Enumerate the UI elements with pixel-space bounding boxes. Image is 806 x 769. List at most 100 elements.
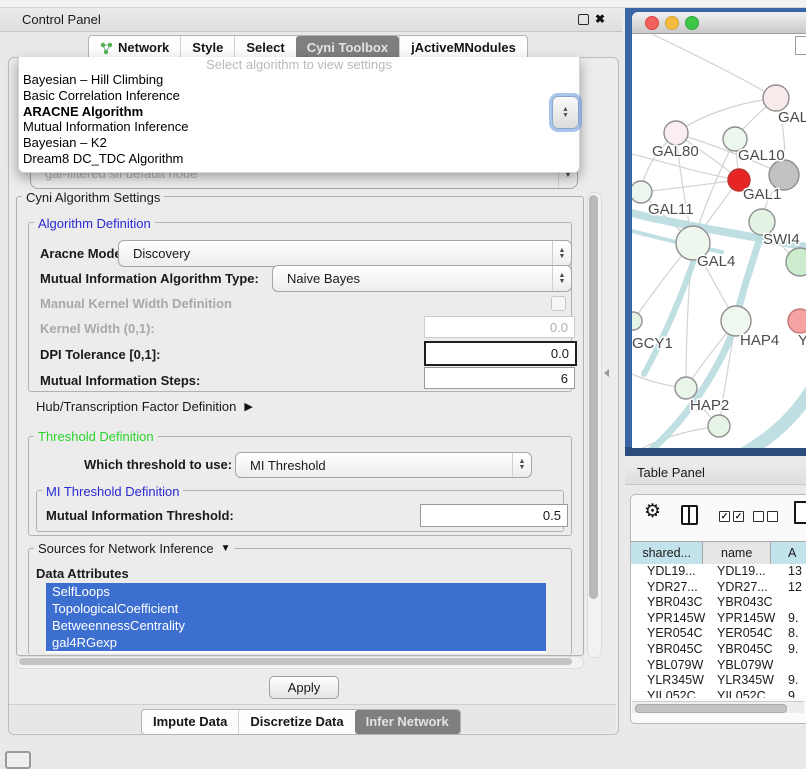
table-row[interactable]: YBL079WYBL079W <box>631 658 806 674</box>
network-edge[interactable] <box>676 98 776 133</box>
network-edge[interactable] <box>652 34 776 98</box>
network-node[interactable] <box>632 312 642 330</box>
table-row[interactable]: YLR345WYLR345W9. <box>631 673 806 689</box>
mi-type-value: Naive Bayes <box>273 271 360 286</box>
network-node[interactable] <box>708 415 730 437</box>
select-all-columns-icon[interactable]: ✓✓ <box>719 511 744 522</box>
network-node[interactable] <box>675 377 697 399</box>
algorithm-dropdown-popup: Select algorithm to view settings Bayesi… <box>18 57 580 173</box>
table-cell: YPR145W <box>711 611 786 627</box>
attribute-item-topologicalcoefficient[interactable]: TopologicalCoefficient <box>46 600 546 617</box>
panel-splitter-handle[interactable] <box>604 369 609 377</box>
network-node-label-hap2: HAP2 <box>690 397 729 414</box>
attribute-item-betweennesscentrality[interactable]: BetweennessCentrality <box>46 617 546 634</box>
attribute-item-selfloops[interactable]: SelfLoops <box>46 583 546 600</box>
network-edge[interactable] <box>641 180 739 192</box>
algorithm-option-basic-correlation-inference[interactable]: Basic Correlation Inference <box>19 88 579 104</box>
network-node-label-hap4: HAP4 <box>740 332 779 349</box>
attribute-item-gal4rgexp[interactable]: gal4RGexp <box>46 634 546 651</box>
network-node-label-swi4: SWI4 <box>763 231 800 248</box>
mi-steps-value: 6 <box>561 371 568 386</box>
network-canvas[interactable]: GALGAL80GAL10GAL1GAL11SWI4GAL4GCY1HAP4YH… <box>632 34 806 448</box>
table-row[interactable]: YPR145WYPR145W9. <box>631 611 806 627</box>
aracne-mode-label: Aracne Mode: <box>40 246 126 261</box>
table-cell: 8. <box>786 626 806 642</box>
table-cell: YBR045C <box>631 642 711 658</box>
table-cell: 13 <box>786 564 806 580</box>
network-edge-highlighted[interactable] <box>728 392 806 448</box>
minimize-window-icon[interactable] <box>665 16 679 30</box>
mi-type-label: Mutual Information Algorithm Type: <box>40 271 259 286</box>
control-panel-header: Control Panel ✖ <box>0 8 622 32</box>
table-cell: 9 <box>786 689 806 698</box>
network-node[interactable] <box>632 181 652 203</box>
columns-icon[interactable] <box>681 505 698 525</box>
table-cell: YDR27... <box>631 580 711 596</box>
aracne-mode-value: Discovery <box>119 246 190 261</box>
gear-icon[interactable]: ⚙ <box>644 500 661 523</box>
network-window-titlebar[interactable] <box>632 12 806 34</box>
which-threshold-combo[interactable]: MI Threshold ▲▼ <box>235 452 532 478</box>
network-node[interactable] <box>763 85 789 111</box>
network-graph[interactable]: GALGAL80GAL10GAL1GAL11SWI4GAL4GCY1HAP4YH… <box>632 34 806 448</box>
algorithm-dropdown-prompt: Select algorithm to view settings <box>19 57 579 72</box>
table-horizontal-scrollbar[interactable] <box>632 701 804 713</box>
algorithm-option-aracne-algorithm[interactable]: ARACNE Algorithm <box>19 104 579 120</box>
mi-steps-label: Mutual Information Steps: <box>40 373 200 388</box>
table-row[interactable]: YBR045CYBR045C9. <box>631 642 806 658</box>
table-row[interactable]: YBR043CYBR043C <box>631 595 806 611</box>
network-edge-highlighted[interactable] <box>644 248 698 374</box>
zoom-window-icon[interactable] <box>685 16 699 30</box>
manual-kernel-checkbox[interactable] <box>551 296 566 311</box>
table-panel-header: Table Panel <box>625 462 806 485</box>
apply-button[interactable]: Apply <box>269 676 339 699</box>
table-row[interactable]: YIL052CYIL052C9 <box>631 689 806 698</box>
data-attributes-list[interactable]: SelfLoopsTopologicalCoefficientBetweenne… <box>46 583 546 653</box>
mi-threshold-field[interactable]: 0.5 <box>420 504 568 527</box>
algorithm-combo-spinner[interactable]: ▲▼ <box>552 96 579 129</box>
network-node-label-gcy1: GCY1 <box>632 335 673 352</box>
dpi-tolerance-field[interactable]: 0.0 <box>424 341 577 366</box>
manual-kernel-label: Manual Kernel Width Definition <box>40 296 232 311</box>
table-row[interactable]: YDR27...YDR27...12 <box>631 580 806 596</box>
table-row[interactable]: YER054CYER054C8. <box>631 626 806 642</box>
hub-definition-expander[interactable]: Hub/Transcription Factor Definition ▶ <box>36 399 253 414</box>
table-row[interactable]: YDL19...YDL19...13 <box>631 564 806 580</box>
algorithm-option-bayesian-hill-climbing[interactable]: Bayesian – Hill Climbing <box>19 72 579 88</box>
deselect-all-columns-icon[interactable] <box>753 511 778 522</box>
algorithm-option-dream8-dc-tdc-algorithm[interactable]: Dream8 DC_TDC Algorithm <box>19 151 579 167</box>
tab-impute-data[interactable]: Impute Data <box>142 710 238 734</box>
network-node[interactable] <box>788 309 806 333</box>
tab-infer-network[interactable]: Infer Network <box>355 710 460 734</box>
sources-group-expander[interactable]: Sources for Network Inference ▼ <box>34 541 234 556</box>
aracne-mode-combo[interactable]: Discovery ▲▼ <box>118 240 572 267</box>
algorithm-dropdown-list: Bayesian – Hill ClimbingBasic Correlatio… <box>19 72 579 167</box>
network-node[interactable] <box>664 121 688 145</box>
table-cell: YLR345W <box>631 673 711 689</box>
settings-vertical-scrollbar[interactable] <box>587 192 602 658</box>
column-header-a[interactable]: A <box>771 542 806 564</box>
close-panel-icon[interactable]: ✖ <box>595 8 605 31</box>
mi-steps-field[interactable]: 6 <box>424 367 575 389</box>
kernel-width-label: Kernel Width (0,1): <box>40 321 155 336</box>
settings-horizontal-scrollbar[interactable] <box>16 656 584 669</box>
minimized-panel-icon[interactable] <box>5 751 31 769</box>
close-window-icon[interactable] <box>645 16 659 30</box>
network-icon <box>100 42 113 55</box>
network-view-window: GALGAL80GAL10GAL1GAL11SWI4GAL4GCY1HAP4YH… <box>632 12 806 448</box>
float-panel-icon[interactable] <box>578 14 589 25</box>
network-side-toolbox[interactable] <box>795 36 806 55</box>
kernel-width-field[interactable]: 0.0 <box>424 316 575 338</box>
tab-discretize-data[interactable]: Discretize Data <box>238 710 354 734</box>
checked-box-icon: ✓ <box>719 511 730 522</box>
threshold-definition-title: Threshold Definition <box>34 429 158 444</box>
table-cell: YLR345W <box>711 673 786 689</box>
column-header-name[interactable]: name <box>703 542 771 564</box>
column-header-shared[interactable]: shared... <box>631 542 703 564</box>
algorithm-option-mutual-information-inference[interactable]: Mutual Information Inference <box>19 119 579 135</box>
mi-type-combo[interactable]: Naive Bayes ▲▼ <box>272 265 572 292</box>
table-toolbar: ⚙ ✓✓ <box>631 495 806 540</box>
export-table-icon[interactable] <box>794 501 806 524</box>
table-cell: YDR27... <box>711 580 786 596</box>
algorithm-option-bayesian-k2[interactable]: Bayesian – K2 <box>19 135 579 151</box>
